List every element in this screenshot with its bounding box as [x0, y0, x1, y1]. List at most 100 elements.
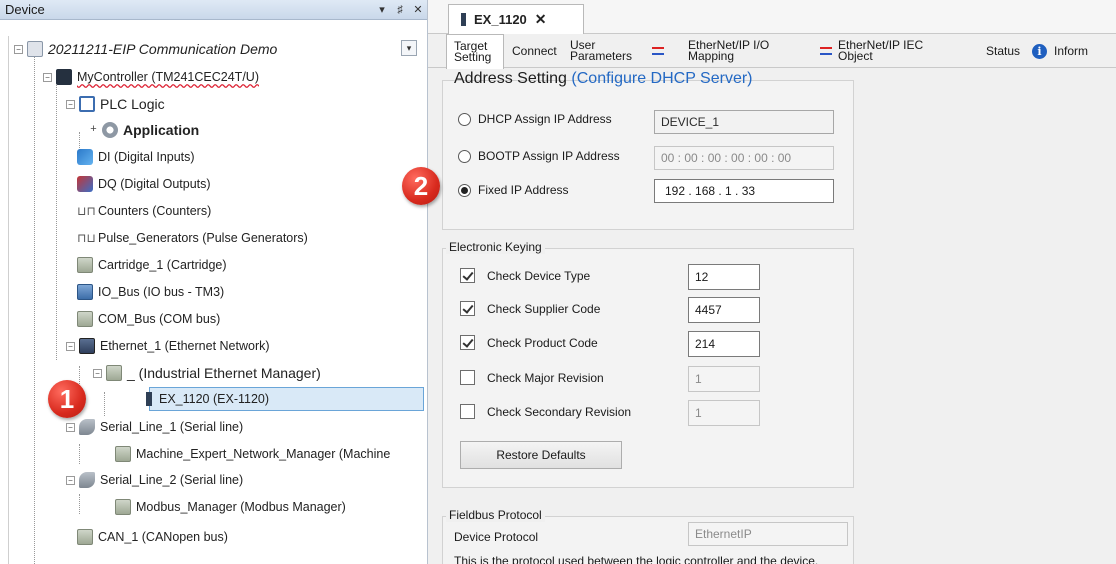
app-window: Device ▾ ♯ ✕ − 20211211-EIP Communicatio…: [0, 0, 1116, 564]
gear-icon: [102, 122, 118, 138]
collapse-toggle-icon[interactable]: −: [66, 475, 75, 485]
fixed-ip-radio[interactable]: [458, 183, 471, 197]
check-major-revision-row[interactable]: Check Major Revision: [460, 370, 604, 385]
project-icon: [27, 41, 43, 57]
expand-toggle-icon[interactable]: +: [89, 123, 98, 135]
check-product-code-row[interactable]: Check Product Code: [460, 335, 598, 350]
bootp-mac-field[interactable]: 00 : 00 : 00 : 00 : 00 : 00: [654, 146, 834, 170]
tree-item-application[interactable]: + Application: [89, 119, 199, 141]
collapse-toggle-icon[interactable]: −: [66, 341, 75, 351]
tree-item-label: Pulse_Generators (Pulse Generators): [98, 231, 308, 245]
counters-icon: ⊔⊓: [77, 204, 96, 218]
tree-item-pulse-generators[interactable]: ⊓⊔ Pulse_Generators (Pulse Generators): [77, 227, 308, 249]
pane-menu-icon[interactable]: ▾: [373, 3, 391, 16]
tab-io-mapping[interactable]: EtherNet/IP I/O Mapping: [652, 34, 769, 68]
check-label: Check Major Revision: [487, 370, 604, 385]
tree-item-com-bus[interactable]: COM_Bus (COM bus): [77, 308, 220, 330]
collapse-toggle-icon[interactable]: −: [66, 422, 75, 432]
tree-item-label: DI (Digital Inputs): [98, 150, 195, 164]
tree-item-cartridge[interactable]: Cartridge_1 (Cartridge): [77, 254, 227, 276]
collapse-toggle-icon[interactable]: −: [93, 368, 102, 378]
fixed-ip-radio-row[interactable]: Fixed IP Address: [458, 183, 569, 197]
secondary-revision-field[interactable]: 1: [688, 400, 760, 426]
tree-item-label: _ (Industrial Ethernet Manager): [127, 365, 321, 381]
tree-item-label: Serial_Line_2 (Serial line): [100, 473, 244, 487]
tree-item-ethernet[interactable]: − Ethernet_1 (Ethernet Network): [66, 335, 270, 357]
device-protocol-field[interactable]: EthernetIP: [688, 522, 848, 546]
digital-inputs-icon: [77, 149, 93, 165]
tree-item-can[interactable]: CAN_1 (CANopen bus): [77, 526, 228, 548]
fixed-ip-label: Fixed IP Address: [478, 183, 569, 197]
check-secondary-revision-row[interactable]: Check Secondary Revision: [460, 404, 631, 419]
check-supplier-code-row[interactable]: Check Supplier Code: [460, 301, 600, 316]
tree-item-di[interactable]: DI (Digital Inputs): [77, 146, 195, 168]
tree-item-label: DQ (Digital Outputs): [98, 177, 211, 191]
check-secondary-revision-checkbox[interactable]: [460, 404, 475, 419]
check-supplier-code-checkbox[interactable]: [460, 301, 475, 316]
tree-item-plc-logic[interactable]: − PLC Logic: [66, 93, 165, 115]
tree-item-io-bus[interactable]: IO_Bus (IO bus - TM3): [77, 281, 224, 303]
collapse-toggle-icon[interactable]: −: [43, 72, 52, 82]
tab-connection[interactable]: Connect: [512, 34, 557, 68]
device-type-field[interactable]: 12: [688, 264, 760, 290]
check-label: Check Device Type: [487, 268, 591, 283]
check-product-code-checkbox[interactable]: [460, 335, 475, 350]
dhcp-name-field[interactable]: DEVICE_1: [654, 110, 834, 134]
check-device-type-checkbox[interactable]: [460, 268, 475, 283]
tab-ex1120[interactable]: EX_1120 ✕: [448, 4, 584, 34]
check-label: Check Secondary Revision: [487, 404, 632, 419]
configure-dhcp-link[interactable]: (Configure DHCP Server): [571, 70, 752, 87]
tree-item-label: Application: [123, 122, 200, 138]
check-major-revision-checkbox[interactable]: [460, 370, 475, 385]
tree-item-label: EX_1120 (EX-1120): [159, 392, 270, 406]
tree-item-counters[interactable]: ⊔⊓ Counters (Counters): [77, 200, 211, 222]
tree-item-serial-line-1[interactable]: − Serial_Line_1 (Serial line): [66, 416, 243, 438]
restore-defaults-button[interactable]: Restore Defaults: [460, 441, 622, 469]
io-bus-icon: [77, 284, 93, 300]
tree-item-dq[interactable]: DQ (Digital Outputs): [77, 173, 211, 195]
tree-item-ex1120[interactable]: EX_1120 (EX-1120): [141, 388, 269, 410]
device-pane-title: Device: [5, 2, 45, 17]
tab-target-setting[interactable]: Target Setting: [446, 34, 504, 69]
electronic-keying-title: Electronic Keying: [446, 240, 545, 254]
address-setting-title: Address Setting: [454, 70, 567, 87]
tree-item-modbus-manager[interactable]: Modbus_Manager (Modbus Manager): [115, 496, 346, 518]
tree-item-network-manager[interactable]: Machine_Expert_Network_Manager (Machine: [115, 443, 390, 465]
supplier-code-field[interactable]: 4457: [688, 297, 760, 323]
close-icon[interactable]: ✕: [409, 3, 427, 16]
tree-item-serial-line-2[interactable]: − Serial_Line_2 (Serial line): [66, 469, 243, 491]
target-setting-content: Address Setting (Configure DHCP Server) …: [438, 70, 1116, 564]
controller-icon: [56, 69, 72, 85]
check-device-type-row[interactable]: Check Device Type: [460, 268, 590, 283]
can-bus-icon: [77, 529, 93, 545]
tree-item-label: Cartridge_1 (Cartridge): [98, 258, 227, 272]
device-protocol-label: Device Protocol: [454, 530, 539, 544]
collapse-toggle-icon[interactable]: −: [14, 44, 23, 54]
ex-device-icon: [461, 13, 466, 26]
tree-item-label: PLC Logic: [100, 96, 165, 112]
pulse-generator-icon: ⊓⊔: [77, 231, 96, 245]
annotation-marker-1: 1: [48, 380, 86, 418]
tree-item-controller[interactable]: − MyController (TM241CEC24T/U): [43, 66, 259, 88]
tree-item-label: Serial_Line_1 (Serial line): [100, 420, 244, 434]
tab-information[interactable]: i Inform: [1032, 34, 1088, 68]
product-code-field[interactable]: 214: [688, 331, 760, 357]
tree-item-project[interactable]: − 20211211-EIP Communication Demo: [14, 38, 277, 60]
close-icon[interactable]: ✕: [535, 11, 547, 28]
major-revision-field[interactable]: 1: [688, 366, 760, 392]
dhcp-radio[interactable]: [458, 112, 471, 126]
tab-label: Inform: [1054, 43, 1089, 58]
bootp-radio[interactable]: [458, 149, 471, 163]
tab-user-parameters[interactable]: User Parameters: [570, 34, 632, 68]
tree-item-label: IO_Bus (IO bus - TM3): [98, 285, 225, 299]
collapse-toggle-icon[interactable]: −: [66, 99, 75, 109]
tab-status[interactable]: Status: [986, 34, 1020, 68]
check-label: Check Product Code: [487, 335, 598, 350]
pin-icon[interactable]: ♯: [391, 4, 409, 16]
tab-iec-object[interactable]: EtherNet/IP IEC Object: [820, 34, 923, 68]
bootp-radio-row[interactable]: BOOTP Assign IP Address: [458, 149, 620, 163]
dhcp-radio-row[interactable]: DHCP Assign IP Address: [458, 112, 612, 126]
chevron-down-icon[interactable]: ▾: [401, 40, 417, 56]
tree-item-ethernet-manager[interactable]: − _ (Industrial Ethernet Manager): [93, 362, 321, 384]
fixed-ip-field[interactable]: 192 . 168 . 1 . 33: [654, 179, 834, 203]
